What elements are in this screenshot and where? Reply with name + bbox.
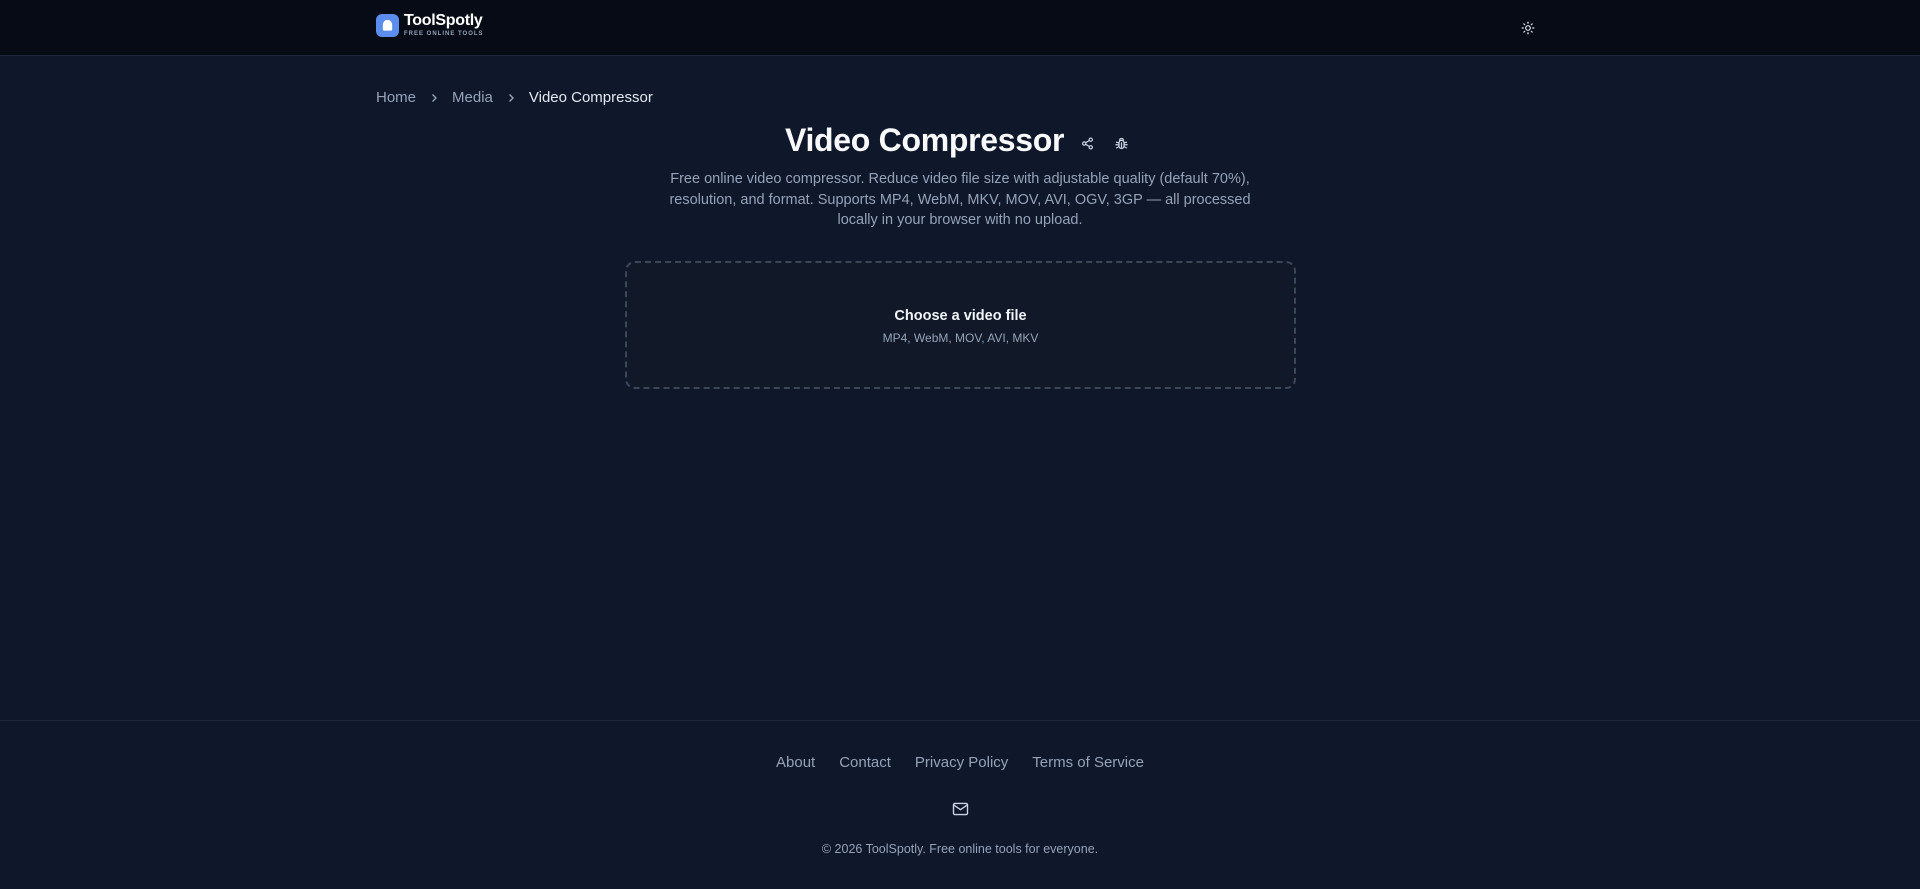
footer-link-contact[interactable]: Contact <box>839 754 891 771</box>
tool-description: Free online video compressor. Reduce vid… <box>669 171 1251 228</box>
dropzone-formats: MP4, WebM, MOV, AVI, MKV <box>882 331 1039 345</box>
dropzone-title: Choose a video file <box>894 308 1027 324</box>
footer-link-privacy-policy[interactable]: Privacy Policy <box>915 754 1008 771</box>
footer-links: About Contact Privacy Policy Terms of Se… <box>0 754 1920 771</box>
footer-link-terms-of-service[interactable]: Terms of Service <box>1032 754 1144 771</box>
mail-icon <box>952 802 968 816</box>
share-icon <box>1081 136 1093 150</box>
chevron-right-icon <box>429 93 439 103</box>
theme-toggle-button[interactable] <box>1518 18 1538 38</box>
title-row: Video Compressor <box>0 122 1920 166</box>
top-nav-bar: ToolSpotly FREE ONLINE TOOLS <box>0 0 1920 56</box>
footer-link-about[interactable]: About <box>776 754 815 771</box>
email-button[interactable] <box>950 799 970 819</box>
bug-icon <box>1114 137 1128 149</box>
sun-icon <box>1521 21 1535 35</box>
share-button[interactable] <box>1076 132 1098 154</box>
breadcrumb-current: Video Compressor <box>528 89 653 106</box>
site-footer: About Contact Privacy Policy Terms of Se… <box>0 720 1920 889</box>
breadcrumb: Home Media Video Compressor <box>376 89 653 106</box>
breadcrumb-home[interactable]: Home <box>376 89 416 106</box>
logo-name: ToolSpotly <box>404 12 483 29</box>
logo-tagline: FREE ONLINE TOOLS <box>404 31 484 37</box>
breadcrumb-media[interactable]: Media <box>452 89 493 106</box>
logo-icon <box>376 13 399 37</box>
page-title: Video Compressor <box>785 122 1065 158</box>
site-logo[interactable]: ToolSpotly FREE ONLINE TOOLS <box>376 13 484 37</box>
copyright-text: © 2026 ToolSpotly. Free online tools for… <box>821 842 1099 856</box>
video-file-dropzone[interactable]: Choose a video file MP4, WebM, MOV, AVI,… <box>625 261 1296 389</box>
report-bug-button[interactable] <box>1110 132 1132 154</box>
chevron-right-icon <box>506 93 516 103</box>
